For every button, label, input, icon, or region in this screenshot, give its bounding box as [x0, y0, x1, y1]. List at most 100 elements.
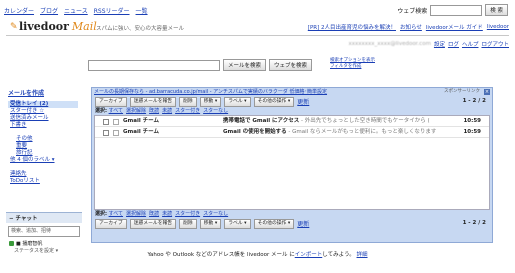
promo-ad-link[interactable]: メールの長期保存なら - ad.barracuda.co.jp/mail - ア… — [94, 89, 327, 95]
tagline: スパムに強い、安心の大容量メール — [96, 26, 185, 32]
move-dropdown[interactable]: 移動 ▾ — [199, 96, 222, 107]
select-read[interactable]: 既読 — [149, 108, 159, 114]
report-spam-button[interactable]: 迷惑メールを報告 — [129, 96, 177, 107]
message-checkbox[interactable] — [103, 119, 109, 125]
message-checkbox[interactable] — [103, 130, 109, 136]
sidebar-item[interactable]: 送信済みメール — [8, 115, 78, 122]
header-divider — [6, 35, 509, 36]
refresh-link[interactable]: 更新 — [297, 97, 309, 106]
nav-rss[interactable]: RSSリーダー — [94, 6, 130, 15]
sidebar-item[interactable]: 受信トレイ (2) — [8, 101, 78, 108]
message-snippet: - 外出先でちょっとした空き時間でもケータイから ( — [299, 118, 430, 124]
archive-button[interactable]: アーカイブ — [95, 218, 127, 229]
sidebar-item[interactable]: 旅行記 — [8, 150, 78, 157]
sidebar-item[interactable]: ToDoリスト — [8, 178, 78, 185]
footer-text-pre: Yahoo や Outlook などのアドレス帳を livedoor メール に — [147, 252, 295, 258]
select-unstarred[interactable]: スターなし — [203, 108, 228, 114]
logo[interactable]: ✎ livedoor Mail — [10, 20, 97, 33]
header-links: [PR] 2人目出産育児の悩みを解決！ お知らせ livedoorメール ガイド… — [308, 23, 509, 31]
select-label: 選択: — [95, 108, 107, 114]
nav-list[interactable]: 一覧 — [136, 6, 148, 15]
logo-mail: Mail — [71, 20, 97, 33]
web-search-label: ウェブ検索 — [397, 7, 428, 15]
chat-header[interactable]: − チャット — [6, 212, 82, 223]
create-filter-link[interactable]: フィルタを作成 — [330, 64, 375, 70]
select-read[interactable]: 既読 — [149, 211, 159, 217]
sidebar-item[interactable]: 他 4 個のラベル ▾ — [8, 157, 78, 164]
message-from: Gmail チーム — [123, 129, 159, 135]
message-time: 10:59 — [463, 118, 481, 124]
promo-bar: メールの長期保存なら - ad.barracuda.co.jp/mail - ア… — [92, 88, 492, 96]
nav-calendar[interactable]: カレンダー — [4, 6, 34, 15]
select-label: 選択: — [95, 211, 107, 217]
select-all[interactable]: すべて — [109, 108, 123, 114]
link-log[interactable]: ログ — [448, 40, 459, 48]
refresh-link[interactable]: 更新 — [297, 219, 309, 228]
user-email: xxxxxxxx_xxxx@livedoor.com — [348, 41, 431, 47]
sidebar-item[interactable]: その他 — [8, 136, 78, 143]
link-settings[interactable]: 設定 — [434, 40, 445, 48]
star-icon[interactable] — [113, 130, 119, 136]
message-subject: 携帯電話で Gmail にアクセス - 外出先でちょっとした空き時間でもケータイ… — [223, 116, 430, 126]
select-unread[interactable]: 未読 — [162, 211, 172, 217]
label-dropdown[interactable]: ラベル ▾ — [224, 218, 251, 229]
select-starred[interactable]: スター付き — [175, 211, 200, 217]
sidebar-item[interactable]: スター付き ☆ — [8, 108, 78, 115]
link-logout[interactable]: ログアウト — [481, 40, 509, 48]
nav-blog[interactable]: ブログ — [40, 6, 58, 15]
link-help[interactable]: ヘルプ — [462, 40, 479, 48]
link-news[interactable]: お知らせ — [400, 23, 422, 31]
chat-status-icon — [9, 241, 14, 246]
more-actions-dropdown[interactable]: その他の操作 ▾ — [253, 218, 295, 229]
toolbar-top: アーカイブ 迷惑メールを報告 削除 移動 ▾ ラベル ▾ その他の操作 ▾ 更新… — [92, 96, 492, 107]
sidebar: 受信トレイ (2) スター付き ☆ 送信済みメール 下書きその他 重要 旅行記他 4 個の… — [8, 101, 78, 185]
select-none[interactable]: 選択解除 — [126, 211, 146, 217]
sidebar-item[interactable]: 下書き — [8, 122, 78, 129]
mail-search-input[interactable] — [88, 59, 220, 71]
message-subject-text: Gmail の使用を開始する — [223, 129, 287, 135]
star-icon[interactable] — [113, 119, 119, 125]
message-row[interactable]: Gmail チーム 携帯電話で Gmail にアクセス - 外出先でちょっとした空… — [95, 116, 489, 127]
page-count: 1 - 2 / 2 — [462, 98, 486, 104]
promo-link[interactable]: [PR] 2人目出産育児の悩みを解決！ — [308, 23, 396, 31]
select-starred[interactable]: スター付き — [175, 108, 200, 114]
sidebar-item[interactable]: 重要 — [8, 143, 78, 150]
toolbar-bottom: アーカイブ 迷惑メールを報告 削除 移動 ▾ ラベル ▾ その他の操作 ▾ 更新… — [92, 218, 492, 229]
nav-news[interactable]: ニュース — [64, 6, 88, 15]
compose-link[interactable]: メールを作成 — [8, 88, 44, 97]
message-subject: Gmail の使用を開始する - Gmail ならメールがもっと便利に。もっと楽… — [223, 127, 436, 137]
select-all[interactable]: すべて — [109, 211, 123, 217]
delete-button[interactable]: 削除 — [179, 218, 197, 229]
account-links: xxxxxxxx_xxxx@livedoor.com 設定 ログ ヘルプ ログア… — [348, 40, 509, 48]
sidebar-item[interactable]: 連絡先 — [8, 171, 78, 178]
web-search-button[interactable]: 検 索 — [485, 4, 508, 16]
label-dropdown[interactable]: ラベル ▾ — [224, 96, 251, 107]
mail-search: メールを検索 ウェブを検索 — [88, 59, 313, 71]
message-snippet: - Gmail ならメールがもっと便利に。もっと楽しくなります — [286, 129, 437, 135]
chat-search-input[interactable]: 検索、追加、招待 — [8, 226, 80, 237]
link-guide[interactable]: livedoorメール ガイド — [426, 23, 483, 31]
move-dropdown[interactable]: 移動 ▾ — [199, 218, 222, 229]
more-actions-dropdown[interactable]: その他の操作 ▾ — [253, 96, 295, 107]
report-spam-button[interactable]: 迷惑メールを報告 — [129, 218, 177, 229]
web-search: ウェブ検索 検 索 — [397, 4, 508, 16]
select-row-bottom: 選択: すべて 選択解除 既読 未読 スター付き スターなし — [92, 210, 492, 218]
mail-search-button[interactable]: メールを検索 — [223, 59, 267, 71]
web-search-button-2[interactable]: ウェブを検索 — [269, 59, 313, 71]
archive-button[interactable]: アーカイブ — [95, 96, 127, 107]
web-search-input[interactable] — [430, 4, 483, 16]
close-icon[interactable]: × — [484, 89, 490, 95]
delete-button[interactable]: 削除 — [179, 96, 197, 107]
link-livedoor[interactable]: livedoor — [487, 24, 509, 30]
chat-box: − チャット 検索、追加、招待 ■ 播磨智帆 ステータスを設定 ▾ — [6, 212, 82, 254]
select-row-top: 選択: すべて 選択解除 既読 未読 スター付き スターなし — [92, 107, 492, 115]
import-link[interactable]: インポート — [295, 252, 323, 258]
message-row[interactable]: Gmail チーム Gmail の使用を開始する - Gmail ならメールがもっ… — [95, 127, 489, 138]
top-nav: カレンダー ブログ ニュース RSSリーダー 一覧 — [4, 6, 148, 15]
select-none[interactable]: 選択解除 — [126, 108, 146, 114]
select-unstarred[interactable]: スターなし — [203, 211, 228, 217]
message-list: Gmail チーム 携帯電話で Gmail にアクセス - 外出先でちょっとした空… — [94, 115, 490, 210]
select-unread[interactable]: 未読 — [162, 108, 172, 114]
details-link[interactable]: 詳細 — [357, 252, 368, 258]
